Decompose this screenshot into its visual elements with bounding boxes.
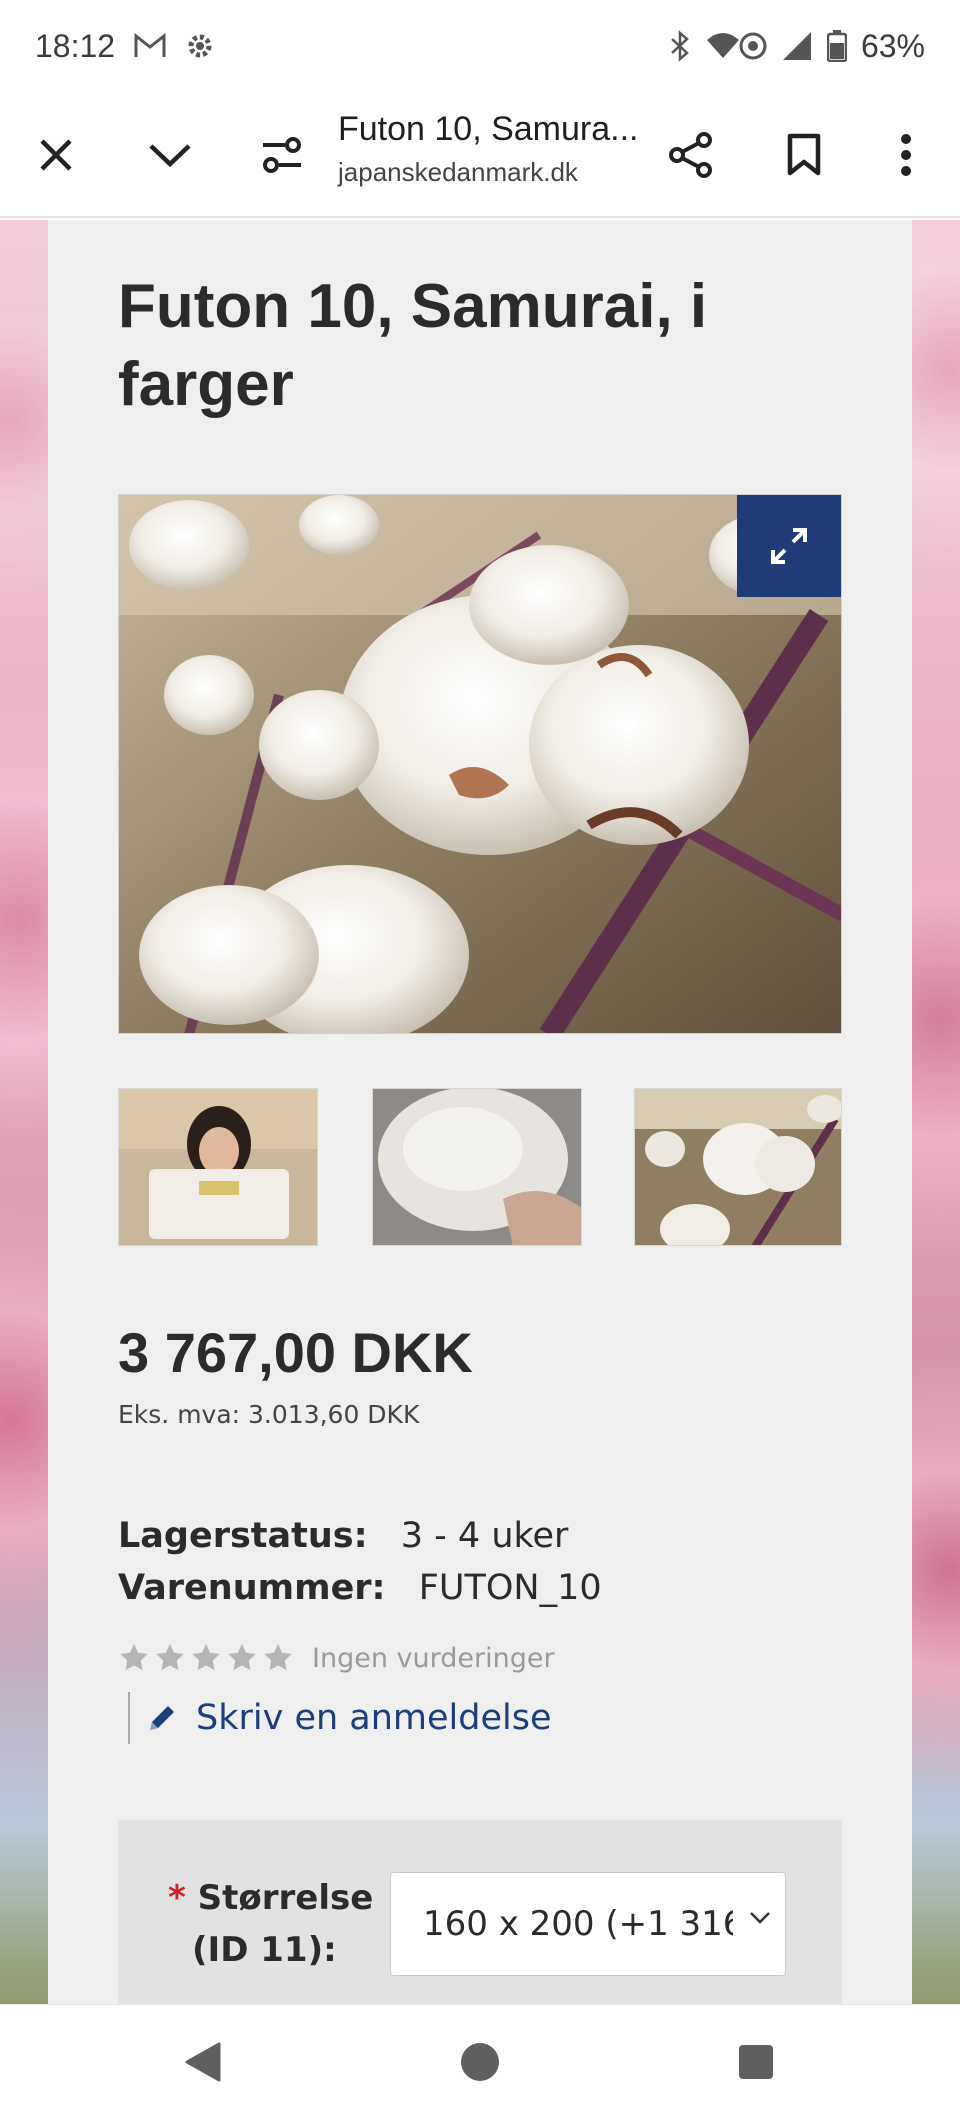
- signal-icon: [781, 30, 813, 62]
- recents-button[interactable]: [716, 2027, 796, 2097]
- cotton-plant-image: [119, 495, 841, 1033]
- star-icon: [120, 1644, 148, 1671]
- product-title: Futon 10, Samurai, i farger: [118, 272, 708, 419]
- battery-percent: 63%: [860, 27, 925, 64]
- sku-value: FUTON_10: [418, 1568, 602, 1608]
- cotton-filling-image: [373, 1089, 581, 1245]
- size-label-line2: (ID 11):: [192, 1930, 337, 1970]
- gmail-icon: [133, 33, 167, 59]
- system-nav-bar: [0, 2004, 960, 2118]
- status-time: 18:12: [35, 27, 116, 64]
- page-domain: japanskedanmark.dk: [338, 157, 578, 187]
- star-icon: [228, 1644, 256, 1671]
- woman-with-futon-image: [119, 1089, 317, 1245]
- expand-icon: [771, 528, 807, 564]
- battery-icon: [826, 30, 847, 62]
- write-review-link[interactable]: Skriv en anmeldelse: [128, 1692, 552, 1744]
- stock-label: Lagerstatus:: [118, 1516, 368, 1556]
- web-page: Futon 10, Samurai, i farger 3 767,00 DKK…: [0, 220, 960, 2004]
- star-icon: [192, 1644, 220, 1671]
- thumbnail-2[interactable]: [372, 1088, 582, 1246]
- thumbnail-3[interactable]: [634, 1088, 842, 1246]
- write-review-label: Skriv en anmeldelse: [196, 1698, 552, 1738]
- more-vert-icon: [901, 134, 911, 176]
- bookmark-button[interactable]: [764, 115, 844, 195]
- product-price: 3 767,00 DKK: [118, 1321, 473, 1384]
- product-content: Futon 10, Samurai, i farger 3 767,00 DKK…: [48, 220, 912, 2004]
- share-icon: [669, 132, 712, 178]
- product-options: * Størrelse (ID 11): 160 x 200 (+1 316,0…: [118, 1820, 842, 2004]
- size-select[interactable]: 160 x 200 (+1 316,00: [390, 1872, 786, 1976]
- back-button[interactable]: [163, 2027, 243, 2097]
- size-select-value: 160 x 200 (+1 316,00: [423, 1904, 733, 1944]
- pencil-icon: [150, 1706, 174, 1730]
- share-button[interactable]: [651, 115, 731, 195]
- more-options-button[interactable]: [866, 115, 946, 195]
- required-mark: *: [168, 1878, 186, 1918]
- page-title-area[interactable]: Futon 10, Samura... japanskedanmark.dk: [338, 110, 638, 188]
- close-button[interactable]: [16, 115, 96, 195]
- chevron-down-icon: [750, 1912, 770, 1924]
- price-ex-vat: Eks. mva: 3.013,60 DKK: [118, 1400, 420, 1429]
- size-option-label: * Størrelse (ID 11):: [168, 1872, 373, 1976]
- product-main-image[interactable]: [118, 494, 842, 1034]
- site-settings-button[interactable]: [242, 115, 322, 195]
- star-icon: [156, 1644, 184, 1671]
- settings-gear-icon: [185, 31, 215, 61]
- chevron-down-icon: [149, 144, 191, 168]
- home-button[interactable]: [440, 2027, 520, 2097]
- recents-square-icon: [739, 2045, 773, 2079]
- stock-value: 3 - 4 uker: [400, 1516, 569, 1556]
- back-triangle-icon: [185, 2042, 221, 2082]
- rating: Ingen vurderinger: [118, 1642, 555, 1674]
- page-title: Futon 10, Samura...: [338, 110, 638, 148]
- status-bar: 18:12 63%: [0, 0, 960, 92]
- wifi-icon: [705, 30, 767, 62]
- home-circle-icon: [461, 2043, 499, 2081]
- tune-icon: [263, 137, 301, 173]
- star-icon: [264, 1644, 292, 1671]
- bluetooth-icon: [669, 30, 691, 62]
- bookmark-icon: [787, 133, 821, 176]
- minimize-button[interactable]: [130, 115, 210, 195]
- cotton-plant-thumb-image: [635, 1089, 841, 1245]
- fullscreen-button[interactable]: [737, 495, 841, 597]
- sku-label: Varenummer:: [118, 1568, 386, 1608]
- rating-stars: [118, 1642, 294, 1674]
- size-label-line1: Størrelse: [197, 1878, 374, 1918]
- rating-text: Ingen vurderinger: [312, 1642, 555, 1674]
- stock-status: Lagerstatus: 3 - 4 uker: [118, 1516, 568, 1556]
- sku-row: Varenummer: FUTON_10: [118, 1568, 602, 1608]
- browser-toolbar: Futon 10, Samura... japanskedanmark.dk: [0, 92, 960, 218]
- thumbnail-1[interactable]: [118, 1088, 318, 1246]
- close-icon: [40, 139, 72, 171]
